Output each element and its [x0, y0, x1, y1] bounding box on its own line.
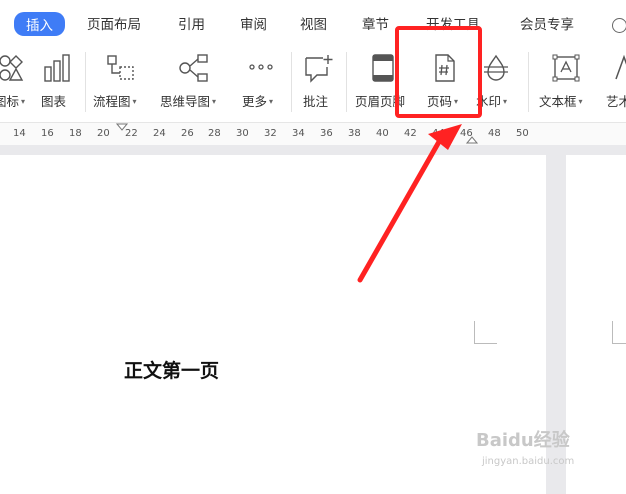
annotation-arrow-icon	[357, 124, 462, 283]
baidu-watermark-url: jingyan.baidu.com	[482, 456, 575, 467]
baidu-watermark: Baidu经验	[476, 430, 570, 451]
